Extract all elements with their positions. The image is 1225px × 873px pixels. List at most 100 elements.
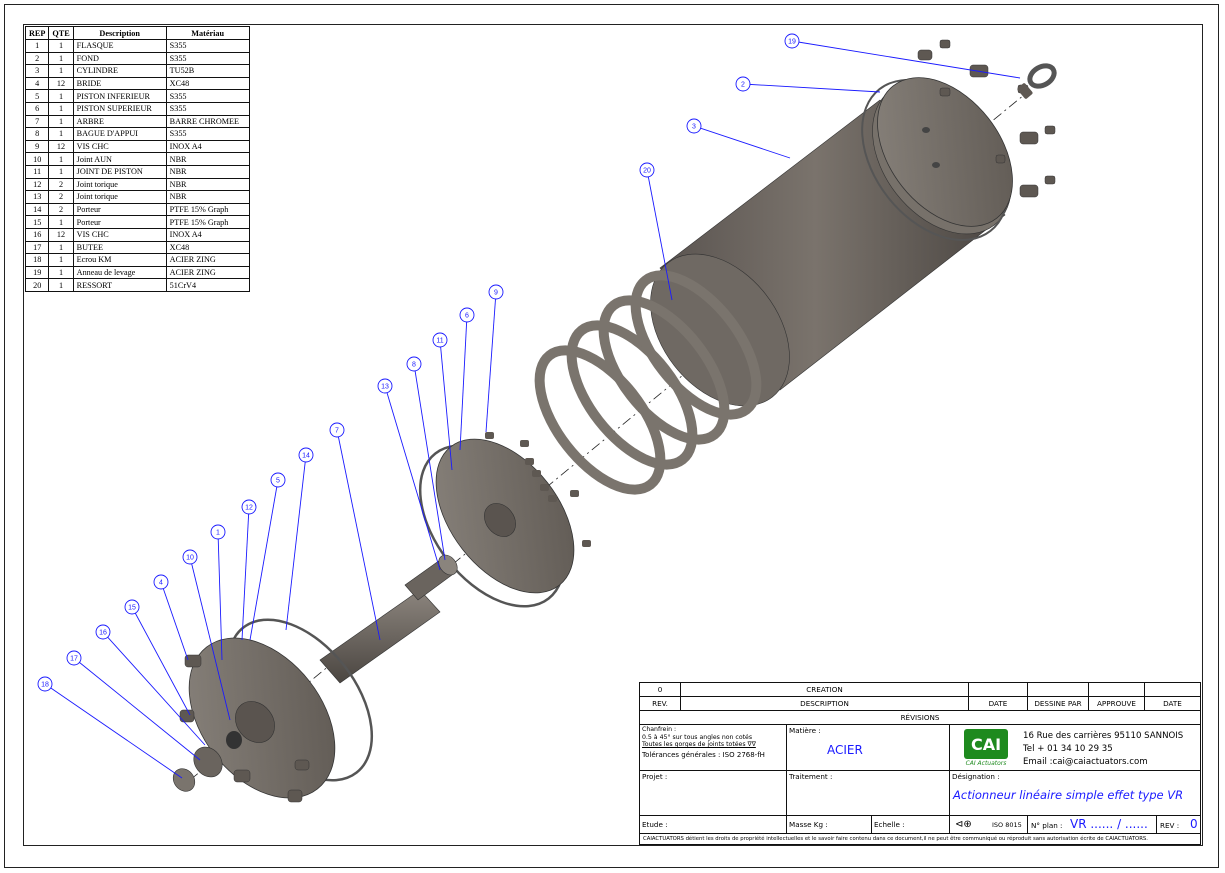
rev-row-date	[968, 682, 1028, 697]
balloon-number: 11	[436, 338, 443, 345]
callout-balloon: 4	[153, 574, 189, 661]
balloon-number: 19	[788, 39, 796, 46]
logo-text: CAI	[970, 734, 1002, 754]
matiere-box: Matière : ACIER	[786, 724, 950, 771]
callout-balloon: 5	[249, 472, 286, 641]
leader-line	[160, 581, 189, 661]
callout-balloon: 2	[735, 76, 881, 93]
leader-line	[742, 83, 881, 93]
logo-mark: CAI	[964, 729, 1008, 759]
balloon-number: 7	[335, 428, 339, 435]
title-block: 0 CREATION REV. DESCRIPTION DATE DESSINE…	[639, 682, 1201, 845]
rev-row-dessine	[1027, 682, 1089, 697]
balloon-number: 20	[643, 168, 651, 175]
revisions-title: RÉVISIONS	[639, 710, 1201, 725]
traitement-label: Traitement :	[789, 772, 833, 781]
balloon-number: 15	[128, 605, 136, 612]
chanfrein-label: Chanfrein :	[642, 726, 677, 733]
leader-line	[241, 506, 250, 641]
leader-line	[485, 291, 497, 433]
revisions-label: RÉVISIONS	[900, 713, 940, 722]
balloon-number: 17	[70, 656, 78, 663]
callout-balloon: 15	[124, 599, 191, 716]
flange-part	[188, 618, 374, 799]
rev-row-approuve	[1088, 682, 1145, 697]
iso-box: ⊲⊕ ISO 8015	[949, 815, 1028, 834]
leader-line	[73, 657, 201, 761]
company-logo: CAI CAI Actuators	[960, 729, 1012, 769]
callout-balloon: 7	[329, 422, 381, 641]
company-tel: Tel + 01 34 10 29 35	[1023, 744, 1113, 754]
lifting-eye-part	[1017, 63, 1057, 99]
callout-balloon: 17	[66, 650, 201, 761]
rev-row-description-value: CREATION	[806, 685, 843, 694]
rev-header-dessine: DESSINE PAR	[1027, 696, 1089, 711]
gorges-rule: Toutes les gorges de joints totées ∇∇	[642, 741, 756, 749]
rev-row-rev-value: 0	[657, 685, 663, 694]
company-email: Email :cai@caiactuators.com	[1023, 757, 1148, 767]
rev-row-rev: 0	[639, 682, 681, 697]
rev-header-description: DESCRIPTION	[680, 696, 969, 711]
callout-balloon: 16	[95, 624, 206, 746]
balloon-number: 5	[276, 478, 280, 485]
rev-header-date: DATE	[968, 696, 1028, 711]
leader-line	[791, 40, 1021, 79]
rev-header-date2: DATE	[1144, 696, 1201, 711]
designation-box: Désignation : Actionneur linéaire simple…	[949, 770, 1201, 816]
balloon-number: 12	[245, 505, 253, 512]
balloon-number: 13	[381, 384, 389, 391]
projet-label: Projet :	[642, 772, 668, 781]
matiere-label: Matière :	[789, 726, 821, 735]
company-address: 16 Rue des carrières 95110 SANNOIS	[1023, 731, 1184, 741]
nplan-box: N° plan : VR ...... / ......	[1027, 815, 1157, 834]
traitement-box: Traitement :	[786, 770, 950, 816]
callout-balloon: 3	[686, 118, 791, 159]
rev-header-approuve: APPROUVE	[1088, 696, 1145, 711]
callout-balloon: 14	[285, 447, 314, 631]
balloon-number: 3	[692, 124, 696, 131]
balloon-number: 14	[302, 453, 310, 460]
echelle-label: Echelle :	[874, 820, 905, 829]
matiere-value: ACIER	[827, 743, 863, 757]
rev-header-rev: REV.	[639, 696, 681, 711]
leader-line	[459, 314, 468, 451]
callout-balloon: 9	[485, 284, 504, 433]
rev-header-dessine-label: DESSINE PAR	[1034, 699, 1082, 708]
balloon-number: 16	[99, 630, 107, 637]
balloon-number: 4	[159, 580, 163, 587]
rev-box: REV : 0	[1156, 815, 1201, 834]
callout-balloon: 13	[377, 378, 441, 571]
rev-header-date-label: DATE	[988, 699, 1008, 708]
tolerances-text: Tolérances générales : ISO 2768-fH	[642, 750, 765, 759]
rev-header-description-label: DESCRIPTION	[800, 699, 849, 708]
balloon-number: 6	[465, 313, 469, 320]
company-box: CAI CAI Actuators 16 Rue des carrières 9…	[949, 724, 1201, 771]
balloon-number: 2	[741, 82, 745, 89]
copyright-footer: CAIACTUATORS détient les droits de propr…	[639, 833, 1201, 845]
nplan-label: N° plan :	[1031, 821, 1063, 830]
rev-row-description: CREATION	[680, 682, 969, 697]
chanfrein-box: Chanfrein : 0.5 à 45° sur tous angles no…	[639, 724, 787, 771]
masse-box: Masse Kg :	[786, 815, 872, 834]
balloon-number: 9	[494, 290, 498, 297]
logo-caption: CAI Actuators	[965, 760, 1007, 767]
etude-box: Etude :	[639, 815, 787, 834]
leader-line	[131, 606, 191, 716]
balloon-number: 18	[41, 682, 49, 689]
leader-line	[285, 454, 307, 631]
leader-line	[44, 683, 183, 779]
rev-header-rev-label: REV.	[652, 699, 668, 708]
nplan-value: VR ...... / ......	[1070, 817, 1148, 831]
leader-line	[693, 125, 791, 159]
balloon-number: 8	[412, 362, 416, 369]
balloon-number: 10	[186, 555, 194, 562]
leader-line	[336, 429, 381, 641]
balloon-number: 1	[216, 530, 220, 537]
rev-header-date2-label: DATE	[1163, 699, 1182, 708]
rev-row-date2	[1144, 682, 1201, 697]
rev-header-approuve-label: APPROUVE	[1097, 699, 1136, 708]
rev-label: REV :	[1160, 821, 1180, 830]
callout-balloon: 8	[406, 356, 446, 561]
projection-icon: ⊲⊕	[955, 819, 972, 830]
designation-value: Actionneur linéaire simple effet type VR	[953, 788, 1184, 802]
